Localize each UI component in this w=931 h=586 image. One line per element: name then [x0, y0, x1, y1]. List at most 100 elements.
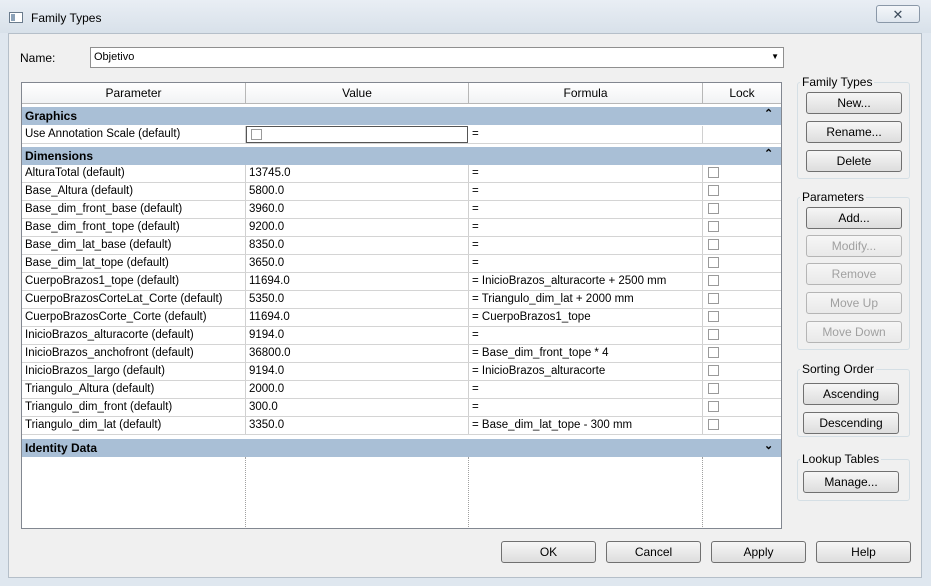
chevron-down-icon[interactable]: ▼	[771, 52, 779, 61]
value-cell[interactable]: 2000.0	[246, 381, 469, 398]
formula-cell[interactable]: =	[469, 165, 703, 182]
value-cell[interactable]: 8350.0	[246, 237, 469, 254]
parameter-row[interactable]: InicioBrazos_anchofront (default) 36800.0…	[22, 345, 781, 363]
value-cell[interactable]: 3350.0	[246, 417, 469, 434]
value-cell[interactable]: 3650.0	[246, 255, 469, 272]
parameter-row[interactable]: Base_dim_lat_base (default) 8350.0 =	[22, 237, 781, 255]
ascending-button[interactable]: Ascending	[803, 383, 899, 405]
add-parameter-button[interactable]: Add...	[806, 207, 902, 229]
expand-chevron-icon[interactable]: ⌄	[764, 439, 773, 452]
value-cell[interactable]: 36800.0	[246, 345, 469, 362]
parameter-name-cell[interactable]: CuerpoBrazosCorteLat_Corte (default)	[22, 291, 246, 308]
lock-checkbox[interactable]	[708, 203, 719, 214]
value-cell[interactable]: 9200.0	[246, 219, 469, 236]
formula-cell[interactable]: =	[469, 399, 703, 416]
parameter-name-cell[interactable]: InicioBrazos_largo (default)	[22, 363, 246, 380]
formula-cell[interactable]: =	[469, 219, 703, 236]
parameter-name-cell[interactable]: AlturaTotal (default)	[22, 165, 246, 182]
lock-checkbox[interactable]	[708, 311, 719, 322]
parameter-name-cell[interactable]: Triangulo_dim_front (default)	[22, 399, 246, 416]
formula-cell[interactable]: =	[469, 237, 703, 254]
formula-cell[interactable]: = InicioBrazos_alturacorte + 2500 mm	[469, 273, 703, 290]
value-cell[interactable]: 9194.0	[246, 327, 469, 344]
parameter-name-cell[interactable]: Base_dim_lat_base (default)	[22, 237, 246, 254]
parameter-row[interactable]: Triangulo_dim_front (default) 300.0 =	[22, 399, 781, 417]
lock-checkbox[interactable]	[708, 167, 719, 178]
value-cell[interactable]: 3960.0	[246, 201, 469, 218]
column-header-value[interactable]: Value	[246, 83, 469, 104]
lock-checkbox[interactable]	[708, 221, 719, 232]
lock-checkbox[interactable]	[708, 185, 719, 196]
formula-cell[interactable]: =	[469, 327, 703, 344]
descending-button[interactable]: Descending	[803, 412, 899, 434]
lock-checkbox[interactable]	[708, 419, 719, 430]
parameter-row[interactable]: Base_dim_front_tope (default) 9200.0 =	[22, 219, 781, 237]
formula-cell[interactable]: = InicioBrazos_alturacorte	[469, 363, 703, 380]
lock-checkbox[interactable]	[708, 347, 719, 358]
parameter-row[interactable]: CuerpoBrazosCorte_Corte (default) 11694.0…	[22, 309, 781, 327]
parameter-name-cell[interactable]: CuerpoBrazos1_tope (default)	[22, 273, 246, 290]
value-cell[interactable]: 9194.0	[246, 363, 469, 380]
formula-cell[interactable]: =	[469, 183, 703, 200]
modify-parameter-button[interactable]: Modify...	[806, 235, 902, 257]
lock-checkbox[interactable]	[708, 329, 719, 340]
move-down-button[interactable]: Move Down	[806, 321, 902, 343]
parameter-row[interactable]: CuerpoBrazosCorteLat_Corte (default) 5350…	[22, 291, 781, 309]
column-header-formula[interactable]: Formula	[469, 83, 703, 104]
type-name-dropdown[interactable]: Objetivo ▼	[90, 47, 784, 68]
formula-cell[interactable]: = CuerpoBrazos1_tope	[469, 309, 703, 326]
lock-checkbox[interactable]	[708, 257, 719, 268]
value-checkbox[interactable]	[251, 129, 262, 140]
parameter-row[interactable]: Base_Altura (default) 5800.0 =	[22, 183, 781, 201]
value-cell[interactable]: 5350.0	[246, 291, 469, 308]
group-header-identity-data[interactable]: Identity Data ⌄	[22, 439, 781, 457]
delete-type-button[interactable]: Delete	[806, 150, 902, 172]
column-header-parameter[interactable]: Parameter	[22, 83, 246, 104]
apply-button[interactable]: Apply	[711, 541, 806, 563]
parameter-row[interactable]: InicioBrazos_largo (default) 9194.0 = Inic…	[22, 363, 781, 381]
value-cell[interactable]: 11694.0	[246, 273, 469, 290]
parameter-row[interactable]: Base_dim_lat_tope (default) 3650.0 =	[22, 255, 781, 273]
column-header-lock[interactable]: Lock	[703, 83, 781, 104]
value-cell[interactable]: 5800.0	[246, 183, 469, 200]
parameter-row[interactable]: Use Annotation Scale (default) =	[22, 126, 781, 144]
lock-checkbox[interactable]	[708, 383, 719, 394]
formula-cell[interactable]: =	[469, 126, 703, 143]
parameter-name-cell[interactable]: InicioBrazos_alturacorte (default)	[22, 327, 246, 344]
parameter-name-cell[interactable]: CuerpoBrazosCorte_Corte (default)	[22, 309, 246, 326]
parameter-row[interactable]: InicioBrazos_alturacorte (default) 9194.0…	[22, 327, 781, 345]
close-button[interactable]: ✕	[876, 5, 920, 23]
parameter-row[interactable]: CuerpoBrazos1_tope (default) 11694.0 = Ini…	[22, 273, 781, 291]
value-cell[interactable]: 13745.0	[246, 165, 469, 182]
parameter-row[interactable]: AlturaTotal (default) 13745.0 =	[22, 165, 781, 183]
lock-checkbox[interactable]	[708, 401, 719, 412]
formula-cell[interactable]: =	[469, 255, 703, 272]
parameter-row[interactable]: Triangulo_Altura (default) 2000.0 =	[22, 381, 781, 399]
lock-checkbox[interactable]	[708, 239, 719, 250]
cancel-button[interactable]: Cancel	[606, 541, 701, 563]
lock-checkbox[interactable]	[708, 293, 719, 304]
group-header-dimensions[interactable]: Dimensions ⌃	[22, 147, 781, 165]
rename-type-button[interactable]: Rename...	[806, 121, 902, 143]
formula-cell[interactable]: =	[469, 381, 703, 398]
collapse-chevron-icon[interactable]: ⌃	[764, 147, 773, 160]
parameter-name-cell[interactable]: Base_dim_front_base (default)	[22, 201, 246, 218]
value-cell[interactable]: 300.0	[246, 399, 469, 416]
parameter-name-cell[interactable]: Base_dim_front_tope (default)	[22, 219, 246, 236]
ok-button[interactable]: OK	[501, 541, 596, 563]
new-type-button[interactable]: New...	[806, 92, 902, 114]
lock-checkbox[interactable]	[708, 275, 719, 286]
parameter-row[interactable]: Base_dim_front_base (default) 3960.0 =	[22, 201, 781, 219]
value-checkbox-cell[interactable]	[246, 126, 468, 143]
parameter-name-cell[interactable]: Use Annotation Scale (default)	[22, 126, 246, 143]
formula-cell[interactable]: = Base_dim_lat_tope - 300 mm	[469, 417, 703, 434]
parameter-name-cell[interactable]: Base_Altura (default)	[22, 183, 246, 200]
collapse-chevron-icon[interactable]: ⌃	[764, 107, 773, 120]
value-cell[interactable]: 11694.0	[246, 309, 469, 326]
remove-parameter-button[interactable]: Remove	[806, 263, 902, 285]
formula-cell[interactable]: = Triangulo_dim_lat + 2000 mm	[469, 291, 703, 308]
parameter-name-cell[interactable]: Base_dim_lat_tope (default)	[22, 255, 246, 272]
parameter-name-cell[interactable]: Triangulo_Altura (default)	[22, 381, 246, 398]
lock-checkbox[interactable]	[708, 365, 719, 376]
move-up-button[interactable]: Move Up	[806, 292, 902, 314]
